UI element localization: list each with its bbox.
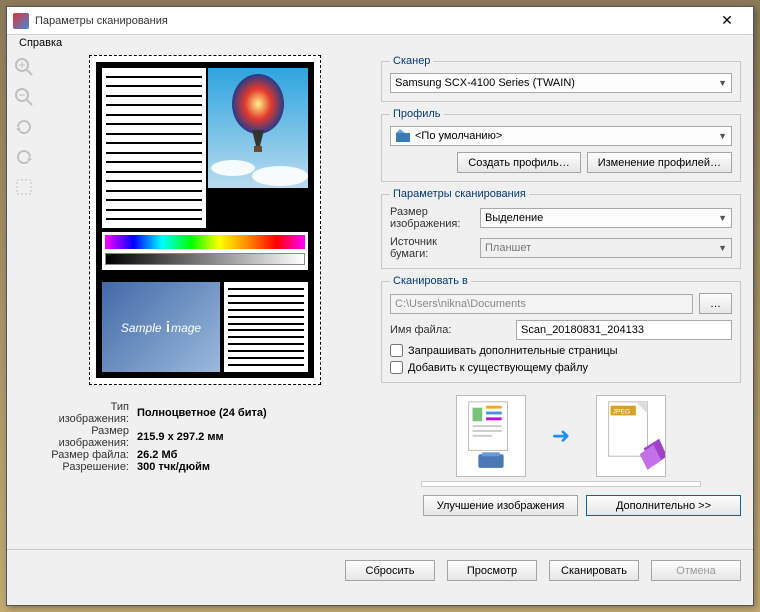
svg-text:JPEG: JPEG	[613, 408, 631, 415]
path-field	[390, 294, 693, 314]
filename-label: Имя файла:	[390, 324, 510, 336]
color-strip	[102, 232, 308, 270]
zoom-in-icon[interactable]	[14, 57, 34, 77]
zoom-out-icon[interactable]	[14, 87, 34, 107]
rotate-left-icon[interactable]	[14, 117, 34, 137]
chevron-down-icon: ▼	[718, 131, 727, 141]
image-size-label: Размер изображения:	[390, 206, 474, 230]
dialog-window: Параметры сканирования ✕ Справка	[6, 6, 754, 606]
profile-icon	[395, 129, 411, 143]
profile-group: Профиль <По умолчанию> ▼ Создать профиль…	[381, 108, 741, 182]
rotate-right-icon[interactable]	[14, 147, 34, 167]
advanced-button[interactable]: Дополнительно >>	[586, 495, 741, 516]
edit-profiles-button[interactable]: Изменение профилей…	[587, 152, 732, 173]
scan-params-legend: Параметры сканирования	[390, 188, 529, 200]
menubar: Справка	[7, 35, 753, 51]
crop-icon[interactable]	[14, 177, 34, 197]
scanner-legend: Сканер	[390, 55, 433, 67]
workflow-graphic: ➜ JPEG	[381, 395, 741, 477]
menu-help[interactable]: Справка	[13, 35, 68, 51]
balloon-graphic	[208, 68, 308, 188]
create-profile-button[interactable]: Создать профиль…	[457, 152, 580, 173]
left-toolbar	[7, 51, 41, 549]
workflow-target-card[interactable]: JPEG	[596, 395, 666, 477]
reset-button[interactable]: Сбросить	[345, 560, 435, 581]
workflow-progress	[421, 481, 701, 487]
scan-to-group: Сканировать в … Имя файла: Запрашивать д…	[381, 275, 741, 383]
preview-panel: Sample image Тип изображения:Полноцветно…	[41, 51, 369, 549]
scanner-select[interactable]: Samsung SCX-4100 Series (TWAIN) ▼	[390, 73, 732, 93]
close-button[interactable]: ✕	[707, 12, 747, 29]
scan-to-legend: Сканировать в	[390, 275, 471, 287]
scan-params-group: Параметры сканирования Размер изображени…	[381, 188, 741, 269]
paper-source-select: Планшет ▼	[480, 238, 732, 258]
sample-image-tile: Sample image	[102, 282, 220, 372]
append-checkbox[interactable]: Добавить к существующему файлу	[390, 361, 732, 374]
settings-panel: Сканер Samsung SCX-4100 Series (TWAIN) ▼…	[369, 51, 753, 549]
chevron-down-icon: ▼	[718, 243, 727, 253]
chevron-down-icon: ▼	[718, 213, 727, 223]
window-title: Параметры сканирования	[35, 15, 707, 27]
preview-button[interactable]: Просмотр	[447, 560, 537, 581]
ask-more-checkbox[interactable]: Запрашивать дополнительные страницы	[390, 344, 732, 357]
image-info: Тип изображения:Полноцветное (24 бита) Р…	[47, 401, 363, 473]
paper-source-label: Источник бумаги:	[390, 236, 474, 260]
scanner-group: Сканер Samsung SCX-4100 Series (TWAIN) ▼	[381, 55, 741, 102]
chevron-down-icon: ▼	[718, 78, 727, 88]
preview-image: Sample image	[96, 62, 314, 378]
browse-button[interactable]: …	[699, 293, 732, 314]
profile-legend: Профиль	[390, 108, 444, 120]
workflow-source-card[interactable]	[456, 395, 526, 477]
enhance-button[interactable]: Улучшение изображения	[423, 495, 578, 516]
filename-field[interactable]	[516, 320, 732, 340]
scan-button[interactable]: Сканировать	[549, 560, 639, 581]
image-size-select[interactable]: Выделение ▼	[480, 208, 732, 228]
profile-select[interactable]: <По умолчанию> ▼	[390, 126, 732, 146]
app-icon	[13, 13, 29, 29]
dialog-footer: Сбросить Просмотр Сканировать Отмена	[7, 549, 753, 591]
arrow-right-icon: ➜	[552, 423, 570, 449]
cancel-button: Отмена	[651, 560, 741, 581]
preview-selection[interactable]: Sample image	[89, 55, 321, 385]
titlebar: Параметры сканирования ✕	[7, 7, 753, 35]
